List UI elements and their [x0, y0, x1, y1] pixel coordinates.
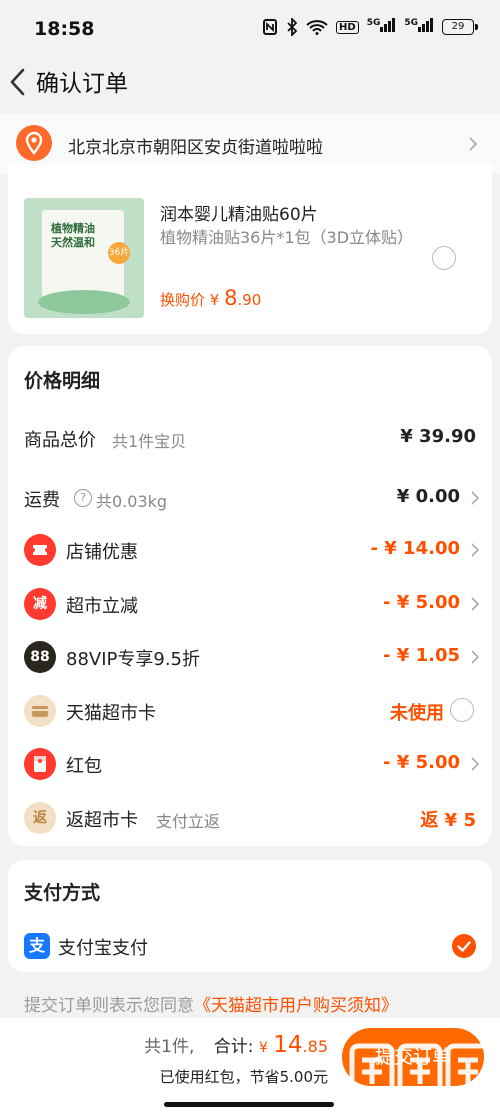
total-int: 14	[273, 1032, 303, 1058]
product-price: 换购价 ¥ 8.90	[160, 286, 261, 310]
product-title: 润本婴儿精油贴60片	[160, 205, 318, 225]
discount-label: 88VIP专享9.5折	[66, 649, 201, 670]
bluetooth-icon	[287, 18, 298, 36]
card-icon	[24, 695, 56, 727]
supermarket-card-radio[interactable]	[450, 698, 474, 722]
total-currency: ¥	[258, 1040, 268, 1056]
discount-label: 店铺优惠	[66, 542, 138, 563]
battery-icon: 29	[442, 19, 478, 35]
total-dec: .85	[302, 1037, 328, 1056]
shipping-sub: 共0.03kg	[96, 492, 168, 511]
address-text: 北京北京市朝阳区安贞街道啦啦啦	[68, 138, 323, 158]
price-int: 8	[224, 286, 238, 310]
signal-bars-icon	[418, 18, 433, 32]
shipping-label: 运费	[24, 490, 60, 511]
discount-value: - ¥ 1.05	[383, 645, 460, 666]
price-currency: ¥	[209, 291, 220, 309]
discount-value: 未使用	[390, 703, 444, 724]
hd-icon: HD	[336, 20, 359, 34]
watermark-logo-icon	[349, 1043, 491, 1097]
payment-title: 支付方式	[24, 882, 101, 904]
reduce-icon: 减	[24, 588, 56, 620]
bottom-bar: 共1件, 合计: ¥ 14.85 已使用红包，节省5.00元 提交订单 zhiz…	[0, 1018, 500, 1118]
ticket-icon	[24, 534, 56, 566]
discount-label: 红包	[66, 756, 102, 777]
product-card[interactable]: 植物精油 天然温和 36片 润本婴儿精油贴60片 植物精油贴36片*1包（3D立…	[8, 164, 492, 334]
agreement-link[interactable]: 《天猫超市用户购买须知》	[194, 996, 398, 1016]
signal-5g-icon: 5G	[404, 18, 434, 36]
payment-card: 支付方式 支 支付宝支付	[8, 860, 492, 972]
subtotal-sub: 共1件宝贝	[112, 432, 187, 451]
nav-header: 确认订单	[0, 58, 500, 112]
agreement-text: 提交订单则表示您同意《天猫超市用户购买须知》	[24, 991, 398, 1016]
payment-method-label[interactable]: 支付宝支付	[58, 934, 148, 960]
total-label: 合计:	[213, 1037, 254, 1057]
discount-value: - ¥ 5.00	[383, 592, 460, 613]
product-thumbnail[interactable]: 植物精油 天然温和 36片	[24, 198, 144, 318]
price-detail-card: 价格明细 商品总价 共1件宝贝 ¥ 39.90 运费 ? 共0.03kg ¥ 0…	[8, 346, 492, 846]
location-pin-icon	[16, 125, 52, 161]
discount-value: - ¥ 5.00	[383, 752, 460, 773]
signal-5g-label: 5G	[404, 18, 418, 28]
price-label: 换购价	[160, 291, 206, 309]
refund-icon: 返	[24, 802, 56, 834]
page-title: 确认订单	[36, 71, 128, 97]
help-icon[interactable]: ?	[74, 489, 92, 507]
discount-label: 返超市卡	[66, 810, 138, 831]
chevron-right-icon	[471, 597, 480, 611]
item-count: 共1件,	[144, 1037, 195, 1057]
wifi-icon	[306, 20, 328, 35]
chevron-right-icon	[471, 757, 480, 771]
chevron-right-icon	[469, 137, 478, 151]
chevron-right-icon	[471, 543, 480, 557]
signal-bars-icon	[380, 18, 396, 32]
price-detail-title: 价格明细	[24, 370, 101, 392]
product-select-radio[interactable]	[432, 246, 456, 270]
product-thumbnail-badge: 36片	[108, 242, 130, 264]
shipping-value[interactable]: ¥ 0.00	[397, 486, 460, 507]
agreement-prefix: 提交订单则表示您同意	[24, 996, 194, 1016]
total-line: 共1件, 合计: ¥ 14.85	[144, 1032, 328, 1058]
discount-value: - ¥ 14.00	[370, 538, 460, 559]
alipay-icon: 支	[24, 933, 50, 959]
subtotal-value: ¥ 39.90	[400, 426, 476, 447]
watermark-text: zhizhizhi.com	[358, 1098, 453, 1113]
vip-88-icon: 88	[24, 641, 56, 673]
discount-value: 返 ¥ 5	[420, 810, 476, 831]
home-indicator	[164, 1102, 334, 1107]
red-packet-icon	[24, 748, 56, 780]
discount-sub: 支付立返	[156, 812, 221, 831]
discount-note: 已使用红包，节省5.00元	[159, 1068, 328, 1086]
chevron-right-icon	[471, 650, 480, 664]
status-icons: HD 5G 5G 29	[262, 18, 478, 36]
price-dec: .90	[237, 291, 262, 309]
status-bar: 18:58 HD 5G 5G 29	[0, 0, 500, 58]
product-thumbnail-text: 植物精油 天然温和	[51, 222, 95, 249]
nfc-icon	[263, 19, 278, 35]
check-icon[interactable]	[452, 934, 476, 958]
signal-5g-label: 5G	[366, 18, 381, 28]
signal-5g-icon: 5G	[367, 18, 397, 36]
subtotal-label: 商品总价	[24, 430, 96, 451]
discount-label: 超市立减	[66, 596, 138, 617]
status-time: 18:58	[34, 18, 95, 40]
product-pedestal	[38, 290, 130, 314]
back-arrow-icon[interactable]	[6, 64, 30, 100]
product-spec: 植物精油贴36片*1包（3D立体贴）	[160, 228, 414, 247]
chevron-right-icon	[471, 491, 480, 505]
discount-label: 天猫超市卡	[66, 703, 156, 724]
